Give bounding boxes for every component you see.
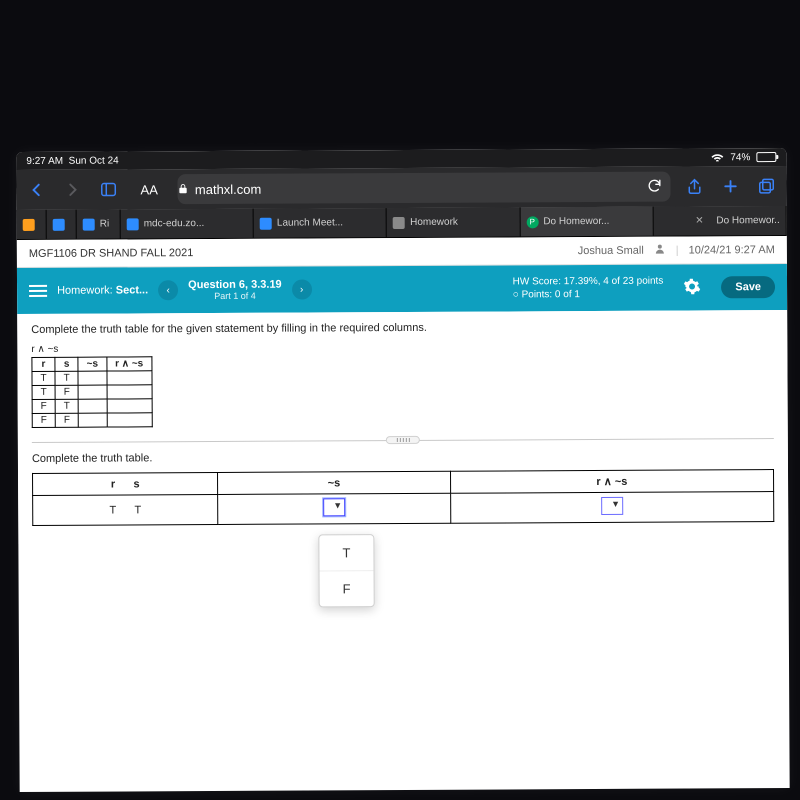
dropdown-option-f[interactable]: F — [320, 570, 374, 606]
tab-item[interactable]: Homework — [387, 207, 520, 237]
tab-item[interactable]: Launch Meet... — [254, 208, 387, 238]
page-timestamp: 10/24/21 9:27 AM — [689, 244, 775, 256]
question-number: Question 6, 3.3.19 — [188, 279, 282, 291]
tab-item[interactable]: mdc-edu.zo... — [121, 209, 254, 239]
answer-truth-table: r s ~s r ∧ ~s T T — [32, 469, 774, 526]
dropdown-option-t[interactable]: T — [319, 535, 373, 570]
dropdown-menu: T F — [318, 534, 374, 607]
address-bar[interactable]: mathxl.com — [178, 172, 671, 205]
r-and-not-s-dropdown[interactable] — [601, 497, 623, 515]
browser-tabs: Ri mdc-edu.zo... Launch Meet... Homework… — [17, 206, 787, 240]
problem-instruction: Complete the truth table for the given s… — [31, 320, 773, 336]
reference-truth-table: r s ~s r ∧ ~s TT TF FT FF — [31, 356, 152, 428]
gear-icon[interactable] — [683, 277, 701, 298]
wifi-icon — [710, 151, 724, 164]
tab-item[interactable] — [47, 210, 77, 239]
course-title: MGF1106 DR SHAND FALL 2021 — [29, 247, 194, 260]
not-s-dropdown[interactable] — [323, 498, 345, 516]
answer-instruction: Complete the truth table. — [32, 449, 774, 465]
battery-pct: 74% — [730, 152, 750, 163]
tab-item[interactable] — [17, 210, 47, 239]
back-button[interactable] — [24, 178, 48, 202]
save-button[interactable]: Save — [721, 276, 775, 298]
hw-points: ○ Points: 0 of 1 — [513, 288, 664, 302]
user-icon — [654, 243, 666, 258]
url-domain: mathxl.com — [195, 181, 262, 196]
new-tab-button[interactable] — [718, 174, 742, 198]
lock-icon — [178, 182, 189, 197]
battery-icon — [756, 152, 776, 162]
expression-caption: r ∧ ~s — [31, 340, 773, 355]
tabs-button[interactable] — [754, 174, 778, 198]
status-time-date: 9:27 AM Sun Oct 24 — [26, 155, 118, 166]
sidebar-button[interactable] — [96, 177, 120, 201]
share-button[interactable] — [682, 174, 706, 198]
tab-item[interactable]: PDo Homewor... — [520, 207, 653, 237]
hw-score: HW Score: 17.39%, 4 of 23 points — [513, 275, 664, 289]
pane-divider[interactable] — [32, 438, 774, 443]
student-name[interactable]: Joshua Small — [578, 244, 644, 256]
hw-label: Homework: Sect... — [57, 284, 148, 296]
question-part: Part 1 of 4 — [188, 291, 282, 301]
next-question-button[interactable]: › — [292, 279, 312, 299]
reload-button[interactable] — [646, 177, 662, 196]
prev-question-button[interactable]: ‹ — [158, 280, 178, 300]
menu-button[interactable] — [29, 285, 47, 297]
close-icon[interactable]: ✕ — [695, 215, 703, 226]
text-size-button[interactable]: AA — [132, 182, 165, 197]
tab-item[interactable]: ✕ Do Homewor.. — [653, 206, 786, 236]
tab-item[interactable]: Ri — [77, 209, 121, 238]
forward-button — [60, 178, 84, 202]
